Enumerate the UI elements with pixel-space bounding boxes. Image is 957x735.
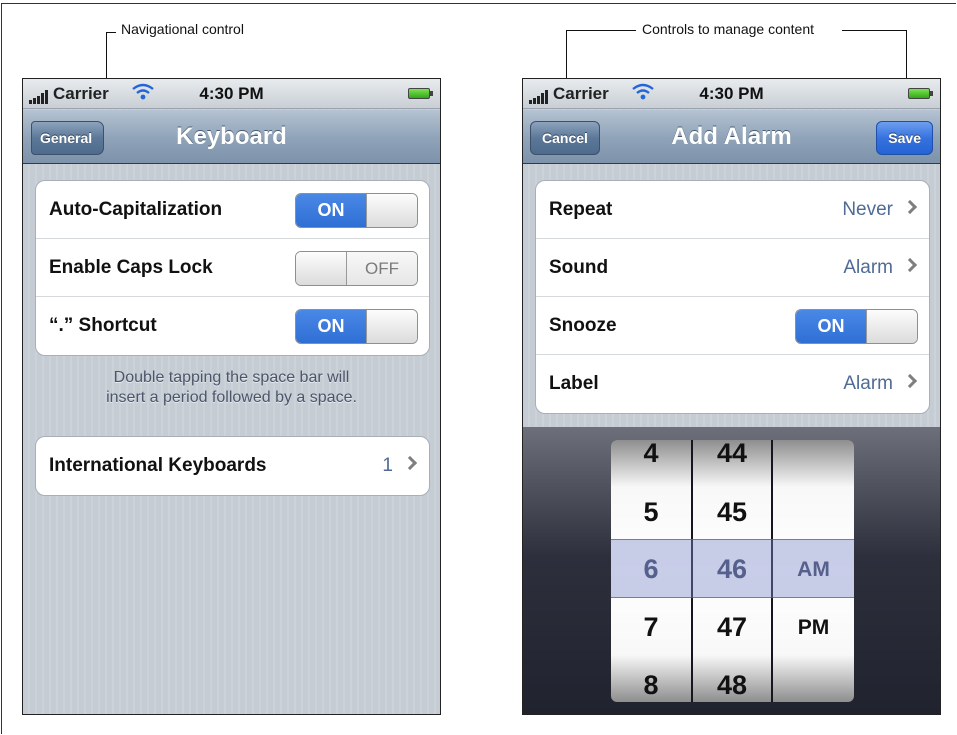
toggle-state: ON [796, 310, 866, 343]
keyboard-screen: Carrier 4:30 PM General Keyboard Auto-Ca… [22, 78, 441, 715]
hour-option: 4 [643, 440, 659, 468]
footnote-line: insert a period followed by a space. [106, 389, 357, 406]
international-group: International Keyboards 1 [35, 436, 430, 496]
period-shortcut-toggle[interactable]: ON [295, 309, 418, 344]
hour-option: 5 [643, 497, 659, 527]
snooze-row: Snooze ON [536, 297, 929, 355]
time-picker-area: 4 5 6 7 8 44 45 46 47 48 AM PM [523, 427, 940, 714]
navigation-bar: General Keyboard [23, 110, 440, 164]
alarm-settings-group: Repeat Never Sound Alarm Snooze ON Label… [535, 180, 930, 414]
period-option: PM [797, 616, 830, 639]
battery-icon [908, 88, 933, 99]
label-row[interactable]: Label Alarm [536, 355, 929, 413]
status-bar: Carrier 4:30 PM [523, 79, 940, 109]
page-title: Keyboard [176, 123, 287, 150]
status-time: 4:30 PM [199, 84, 264, 103]
add-alarm-screen: Carrier 4:30 PM Cancel Add Alarm Save Re… [522, 78, 941, 715]
row-label: Sound [549, 256, 609, 278]
chevron-right-icon [902, 373, 918, 389]
battery-icon [408, 88, 433, 99]
row-label: “.” Shortcut [49, 315, 157, 336]
footnote-line: Double tapping the space bar will [113, 369, 350, 386]
row-label: Label [549, 373, 599, 394]
enable-caps-lock-row: Enable Caps Lock OFF [36, 239, 429, 297]
auto-capitalization-toggle[interactable]: ON [295, 193, 418, 228]
minute-option: 45 [716, 497, 748, 527]
content-annotation-left-line [566, 30, 636, 31]
row-value: Never [842, 198, 893, 220]
chevron-right-icon [902, 199, 918, 215]
row-label: Enable Caps Lock [49, 256, 213, 278]
chevron-right-icon [402, 455, 418, 471]
toggle-state: ON [296, 194, 366, 227]
toggle-knob [866, 310, 917, 343]
row-value: Alarm [843, 256, 893, 278]
row-label: Snooze [549, 314, 617, 336]
save-button[interactable]: Save [876, 121, 933, 155]
keyboard-settings-group: Auto-Capitalization ON Enable Caps Lock … [35, 180, 430, 356]
snooze-toggle[interactable]: ON [795, 309, 918, 344]
row-label: Auto-Capitalization [49, 198, 223, 220]
minute-option: 44 [716, 440, 748, 468]
toggle-knob [296, 252, 347, 285]
repeat-row[interactable]: Repeat Never [536, 181, 929, 239]
minute-option: 48 [716, 670, 748, 700]
hour-option: 7 [643, 612, 659, 642]
toggle-knob [366, 194, 417, 227]
row-label: International Keyboards [49, 455, 267, 476]
toggle-knob [366, 310, 417, 343]
picker-selection-bar [611, 539, 854, 598]
toggle-state: OFF [347, 252, 417, 285]
navigation-bar: Cancel Add Alarm Save [523, 110, 940, 164]
shortcut-footnote: Double tapping the space bar will insert… [23, 368, 440, 408]
nav-annotation-tick [106, 32, 116, 33]
auto-capitalization-row: Auto-Capitalization ON [36, 181, 429, 239]
status-time: 4:30 PM [699, 84, 764, 103]
chevron-right-icon [902, 257, 918, 273]
sound-row[interactable]: Sound Alarm [536, 239, 929, 297]
time-picker: 4 5 6 7 8 44 45 46 47 48 AM PM [611, 440, 854, 702]
content-annotation-right-line [842, 30, 906, 31]
row-value: Alarm [843, 373, 893, 394]
period-shortcut-row: “.” Shortcut ON [36, 297, 429, 355]
content-annotation: Controls to manage content [642, 21, 814, 37]
row-label: Repeat [549, 198, 613, 220]
international-keyboards-row[interactable]: International Keyboards 1 [36, 437, 429, 495]
toggle-state: ON [296, 310, 366, 343]
minute-option: 47 [716, 612, 748, 642]
keyboard-count: 1 [382, 455, 393, 476]
nav-annotation: Navigational control [121, 21, 244, 37]
hour-option: 8 [643, 670, 659, 700]
enable-caps-lock-toggle[interactable]: OFF [295, 251, 418, 286]
status-bar: Carrier 4:30 PM [23, 79, 440, 109]
